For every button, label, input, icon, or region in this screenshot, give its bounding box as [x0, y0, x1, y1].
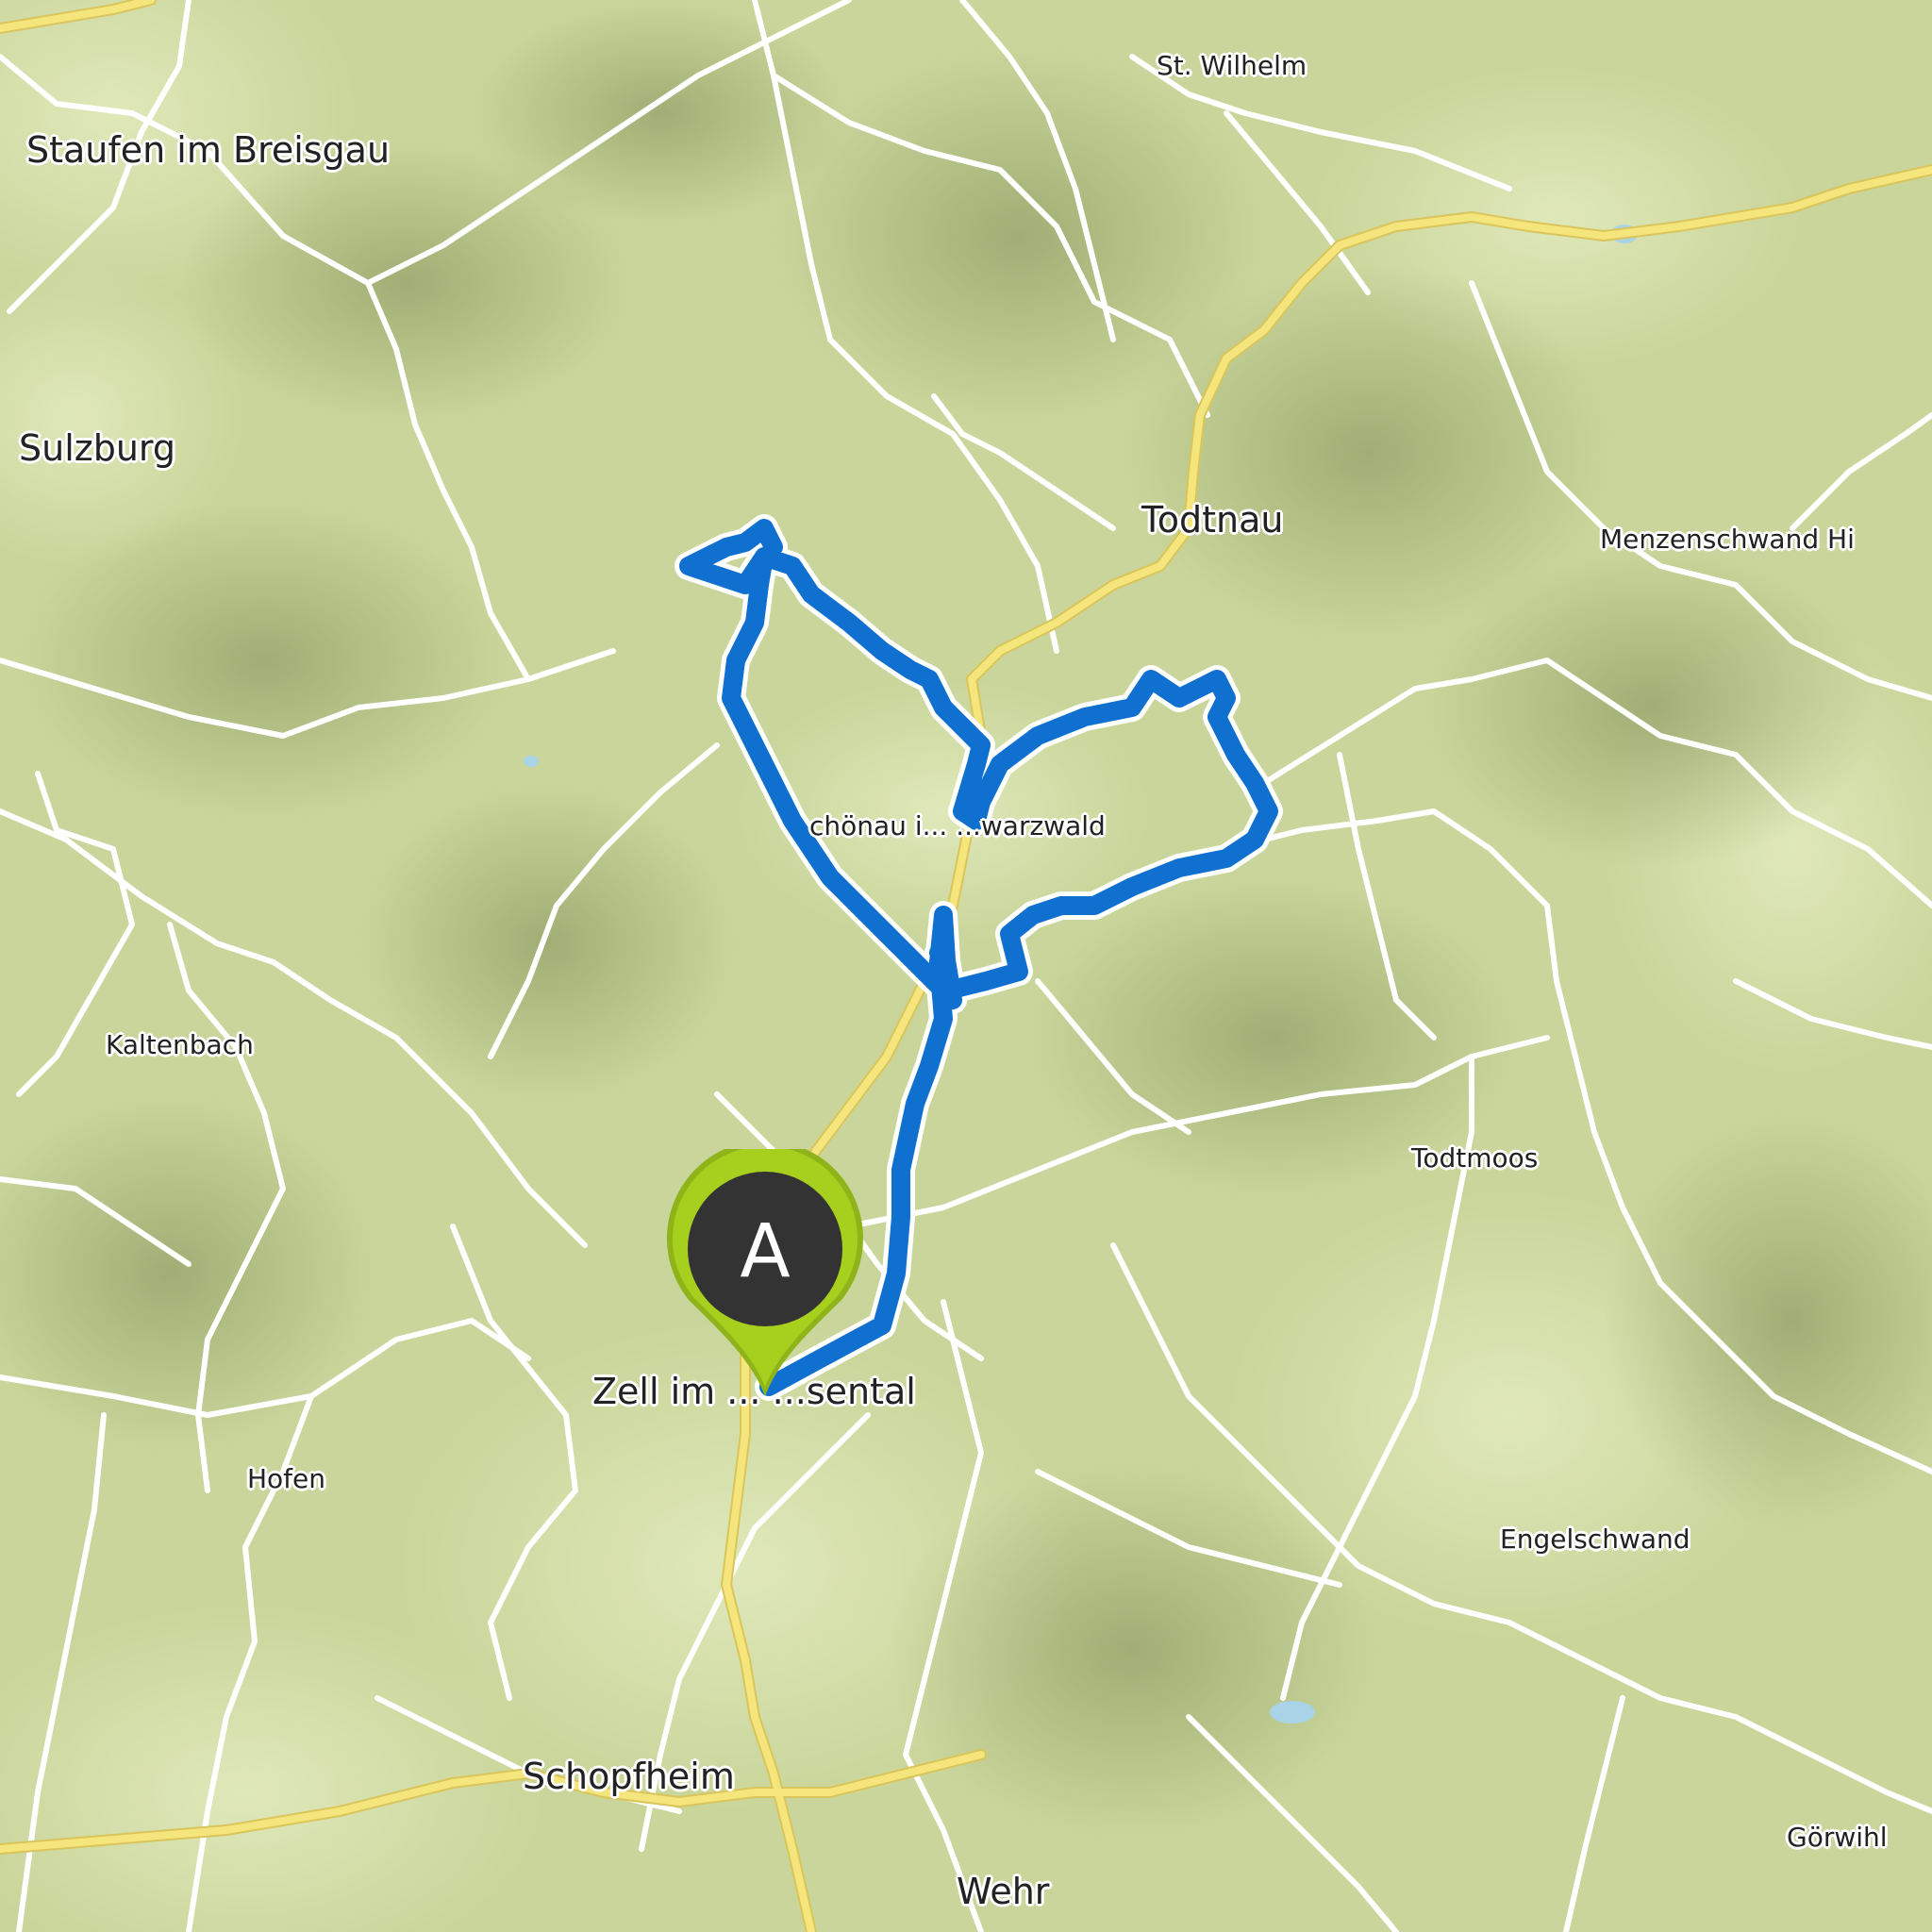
start-marker-label: A [740, 1209, 791, 1294]
map-canvas[interactable]: Staufen im Breisgau St. Wilhelm Sulzburg… [0, 0, 1932, 1932]
map-tiles [0, 0, 1932, 1932]
route-start-marker[interactable]: A [660, 1149, 870, 1406]
